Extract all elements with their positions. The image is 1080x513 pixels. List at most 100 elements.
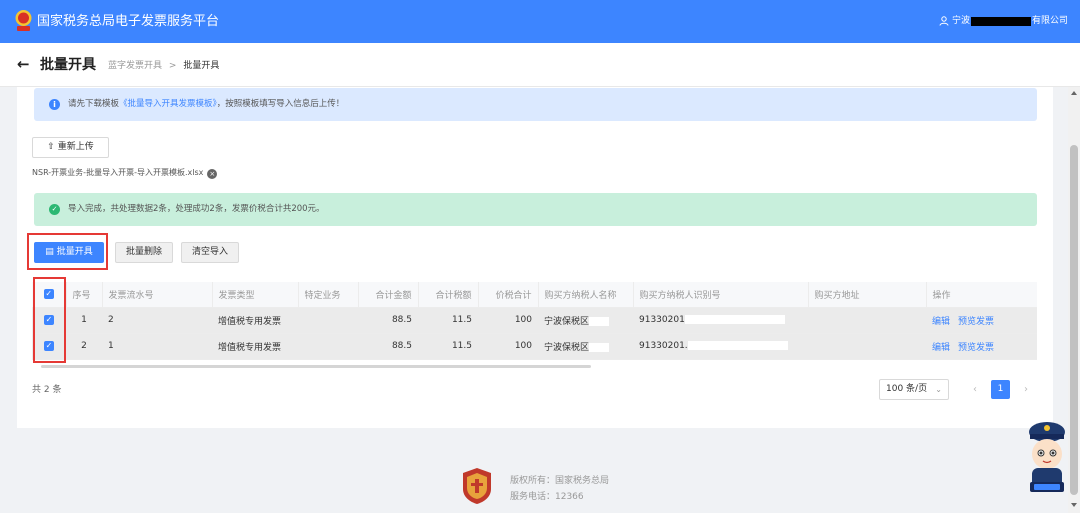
cell-index: 1	[66, 307, 102, 334]
invoice-table-wrapper: ✓ 序号 发票流水号 发票类型 特定业务 合计金额 合计税额 价税合计 购买方纳…	[32, 282, 1037, 364]
chevron-down-icon: ⌄	[935, 385, 942, 394]
buyer-name-text: 宁波保税区	[544, 316, 590, 327]
buyer-id-text: 91330201.	[639, 341, 688, 351]
cell-special	[298, 333, 358, 360]
redacted-block	[687, 341, 788, 350]
scroll-up-icon[interactable]	[1071, 91, 1077, 95]
page-size-select[interactable]: 100 条/页 ⌄	[879, 379, 949, 400]
breadcrumb-item-blue-invoice[interactable]: 蓝字发票开具	[108, 61, 162, 71]
cell-total: 100	[478, 307, 538, 334]
cell-actions: 编辑 预览发票	[926, 333, 1037, 360]
document-icon: ▤	[45, 247, 54, 257]
uploaded-filename: NSR-开票业务-批量导入开票-导入开票模板.xlsx	[32, 168, 204, 177]
main-card: i 请先下载模板《批量导入开具发票模板》，按照模板填写导入信息后上传！ ⇧ 重新…	[17, 87, 1053, 428]
table-header-row: ✓ 序号 发票流水号 发票类型 特定业务 合计金额 合计税额 价税合计 购买方纳…	[32, 282, 1037, 308]
user-icon	[939, 16, 949, 26]
cell-actions: 编辑 预览发票	[926, 307, 1037, 334]
column-header-buyer-name: 购买方纳税人名称	[538, 282, 634, 308]
batch-delete-button[interactable]: 批量删除	[115, 242, 173, 263]
column-header-special: 特定业务	[298, 282, 359, 308]
cell-amount: 88.5	[358, 307, 418, 334]
cell-index: 2	[66, 333, 102, 360]
scroll-thumb[interactable]	[1070, 145, 1078, 495]
footer-copyright: 版权所有：国家税务总局	[510, 476, 610, 486]
page-header: ← 批量开具 蓝字发票开具 > 批量开具	[0, 43, 1080, 87]
column-header-buyer-id: 购买方纳税人识别号	[633, 282, 809, 308]
success-check-icon: ✓	[49, 204, 60, 215]
cell-buyer-name: 宁波保税区	[538, 307, 633, 334]
column-header-total: 价税合计	[478, 282, 539, 308]
table-row[interactable]: ✓ 2 1 增值税专用发票 88.5 11.5 100 宁波保税区 913302…	[32, 333, 1037, 360]
notice-text-post: ，按照模板填写导入信息后上传！	[216, 99, 345, 109]
info-icon: i	[49, 99, 60, 110]
invoice-table: ✓ 序号 发票流水号 发票类型 特定业务 合计金额 合计税额 价税合计 购买方纳…	[32, 282, 1037, 360]
breadcrumb-item-current: 批量开具	[183, 61, 220, 71]
uploaded-file: NSR-开票业务-批量导入开票-导入开票模板.xlsx ×	[32, 167, 218, 179]
import-result-text: 导入完成，共处理数据2条，处理成功2条，发票价税合计共200元。	[68, 204, 325, 214]
reupload-button[interactable]: ⇧ 重新上传	[32, 137, 109, 158]
notice-text-pre: 请先下载模板	[68, 99, 120, 109]
batch-issue-button[interactable]: ▤ 批量开具	[34, 242, 104, 263]
cell-address	[808, 333, 926, 360]
cell-tax: 11.5	[418, 333, 478, 360]
clear-import-button[interactable]: 清空导入	[181, 242, 239, 263]
cell-total: 100	[478, 333, 538, 360]
cell-buyer-name: 宁波保税区	[538, 333, 633, 360]
national-emblem-icon	[15, 10, 32, 31]
column-header-index: 序号	[66, 282, 103, 308]
cell-tax: 11.5	[418, 307, 478, 334]
redacted-block	[970, 16, 1031, 26]
tax-bureau-logo-icon	[463, 468, 491, 504]
column-header-actions: 操作	[926, 282, 1037, 308]
page-number-current[interactable]: 1	[991, 380, 1010, 399]
template-notice: i 请先下载模板《批量导入开具发票模板》，按照模板填写导入信息后上传！	[34, 88, 1037, 121]
page-size-value: 100 条/页	[886, 384, 928, 394]
user-name-suffix: 有限公司	[1031, 16, 1068, 26]
cell-address	[808, 307, 926, 334]
user-menu[interactable]: 宁波 有限公司	[939, 14, 1068, 28]
column-header-address: 购买方地址	[808, 282, 927, 308]
table-row[interactable]: ✓ 1 2 增值税专用发票 88.5 11.5 100 宁波保税区 913302…	[32, 307, 1037, 334]
cell-type: 增值税专用发票	[212, 307, 298, 334]
platform-title: 国家税务总局电子发票服务平台	[37, 14, 220, 29]
column-header-amount: 合计金额	[358, 282, 419, 308]
highlight-box-checkboxes	[33, 277, 66, 363]
cell-type: 增值税专用发票	[212, 333, 298, 360]
reupload-label: 重新上传	[57, 142, 94, 152]
cell-buyer-id: 91330201	[633, 307, 808, 334]
back-arrow-icon[interactable]: ←	[17, 55, 30, 73]
assistant-mascot-icon[interactable]	[1024, 418, 1070, 498]
import-result-banner: ✓ 导入完成，共处理数据2条，处理成功2条，发票价税合计共200元。	[34, 193, 1037, 226]
upload-icon: ⇧	[47, 142, 55, 152]
breadcrumb-separator-icon: >	[168, 61, 177, 71]
table-horizontal-scrollbar[interactable]	[41, 365, 591, 368]
edit-link[interactable]: 编辑	[932, 343, 950, 353]
cell-amount: 88.5	[358, 333, 418, 360]
footer-phone: 服务电话：12366	[510, 492, 584, 502]
redacted-block	[589, 316, 610, 326]
prev-page-icon[interactable]: ‹	[967, 379, 983, 400]
redacted-block	[684, 315, 785, 324]
footer-info: 版权所有：国家税务总局 服务电话：12366	[510, 473, 609, 505]
cell-serial: 1	[102, 333, 212, 360]
buyer-id-text: 91330201	[639, 315, 685, 325]
remove-file-icon[interactable]: ×	[207, 169, 218, 179]
template-download-link[interactable]: 《批量导入开具发票模板》	[119, 99, 217, 109]
cell-serial: 2	[102, 307, 212, 334]
top-bar: 国家税务总局电子发票服务平台 宁波 有限公司	[0, 0, 1080, 43]
total-count: 共 2 条	[32, 385, 62, 395]
scroll-down-icon[interactable]	[1071, 503, 1077, 507]
breadcrumb: 蓝字发票开具 > 批量开具	[108, 60, 219, 72]
buyer-name-text: 宁波保税区	[544, 342, 590, 353]
column-header-tax: 合计税额	[418, 282, 479, 308]
cell-buyer-id: 91330201.	[633, 333, 808, 360]
redacted-block	[589, 342, 610, 352]
edit-link[interactable]: 编辑	[932, 317, 950, 327]
user-name-prefix: 宁波	[951, 16, 970, 26]
column-header-serial: 发票流水号	[102, 282, 213, 308]
cell-special	[298, 307, 358, 334]
next-page-icon[interactable]: ›	[1018, 379, 1034, 400]
preview-invoice-link[interactable]: 预览发票	[958, 343, 994, 353]
batch-issue-label: 批量开具	[56, 247, 93, 257]
preview-invoice-link[interactable]: 预览发票	[958, 317, 994, 327]
